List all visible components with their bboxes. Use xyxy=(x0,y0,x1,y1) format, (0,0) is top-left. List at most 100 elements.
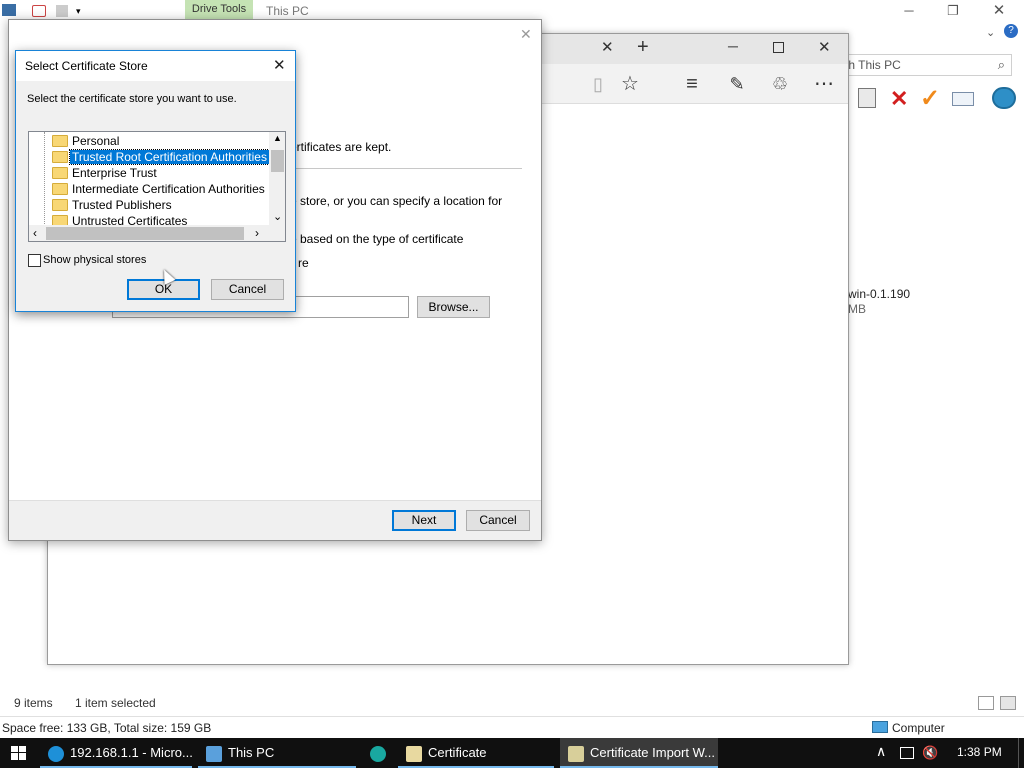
space-info: Space free: 133 GB, Total size: 159 GB xyxy=(2,721,212,735)
edge-maximize-icon[interactable] xyxy=(773,42,784,53)
drive-info-bar: Space free: 133 GB, Total size: 159 GB C… xyxy=(0,716,1024,738)
start-button[interactable] xyxy=(0,738,38,768)
favorites-star-icon[interactable]: ☆ xyxy=(616,72,644,96)
scroll-right-icon[interactable]: › xyxy=(255,226,259,240)
dialog-instruction: Select the certificate store you want to… xyxy=(27,93,237,105)
folder-icon xyxy=(52,199,68,211)
dialog-cancel-button[interactable]: Cancel xyxy=(211,279,284,300)
certificate-wizard-icon xyxy=(568,745,584,762)
drive-tools-tab[interactable]: Drive Tools xyxy=(185,0,253,20)
tree-item-trusted-publishers[interactable]: Trusted Publishers xyxy=(29,197,269,213)
explorer-status-bar: 9 items 1 item selected xyxy=(0,692,1024,714)
windows-logo-icon xyxy=(11,746,26,760)
computer-label: Computer xyxy=(892,721,945,735)
taskbar-item-edge[interactable]: 192.168.1.1 - Micro... xyxy=(40,738,193,768)
item-count: 9 items xyxy=(14,696,53,710)
web-note-icon[interactable]: ✎ xyxy=(723,72,751,96)
taskbar-item-explorer[interactable]: This PC xyxy=(198,738,356,768)
globe-icon[interactable] xyxy=(992,87,1016,109)
computer-icon xyxy=(872,721,888,733)
properties-icon[interactable] xyxy=(56,5,68,17)
next-button[interactable]: Next xyxy=(392,510,456,531)
tree-item-intermediate[interactable]: Intermediate Certification Authorities xyxy=(29,181,269,197)
minimize-icon[interactable]: ─ xyxy=(886,0,932,22)
undo-icon[interactable] xyxy=(32,5,46,17)
reading-view-icon[interactable]: ▯ xyxy=(584,72,612,96)
explorer-content: win-0.1.190 MB xyxy=(848,132,1024,662)
explorer-search-input[interactable]: th This PC ⌕ xyxy=(840,54,1012,76)
rename-icon[interactable] xyxy=(952,92,974,106)
tree-horizontal-scrollbar[interactable]: ‹ › xyxy=(29,225,269,241)
folder-icon xyxy=(52,135,68,147)
explorer-title: This PC xyxy=(266,4,309,18)
wizard-desc-based: e based on the type of certificate xyxy=(290,232,464,246)
tab-close-icon[interactable]: ✕ xyxy=(601,38,614,56)
file-name[interactable]: win-0.1.190 xyxy=(848,287,910,301)
tree-vertical-scrollbar[interactable]: ▲ ⌄ xyxy=(269,132,285,226)
taskbar-item-label: This PC xyxy=(228,745,275,760)
ribbon-collapse-icon[interactable]: ⌄ xyxy=(986,26,995,39)
file-size: MB xyxy=(848,302,866,316)
this-pc-icon xyxy=(206,745,222,762)
folder-icon xyxy=(52,167,68,179)
taskbar-item-label: Certificate xyxy=(428,745,487,760)
tree-item-label: Trusted Root Certification Authorities xyxy=(69,149,270,165)
taskbar-item-label: Certificate Import W... xyxy=(590,745,715,760)
certificate-store-tree[interactable]: Personal Trusted Root Certification Auth… xyxy=(28,131,286,242)
select-certificate-store-dialog: Select Certificate Store ✕ Select the ce… xyxy=(15,50,296,312)
quick-access-dropdown-icon[interactable]: ▾ xyxy=(76,6,81,17)
checkmark-icon[interactable]: ✓ xyxy=(920,84,940,113)
tree-item-label: Intermediate Certification Authorities xyxy=(72,182,265,196)
folder-icon xyxy=(52,151,68,163)
wizard-divider xyxy=(282,168,522,169)
help-icon[interactable]: ? xyxy=(1004,24,1018,38)
taskbar-item-edge-chromium[interactable] xyxy=(362,738,394,768)
browse-button[interactable]: Browse... xyxy=(417,296,490,318)
scroll-up-icon[interactable]: ▲ xyxy=(273,133,282,143)
wizard-close-icon[interactable]: ✕ xyxy=(520,26,532,43)
wizard-footer: Next Cancel xyxy=(9,500,541,540)
wizard-desc-re: re xyxy=(298,256,309,270)
wizard-desc-store: e store, or you can specify a location f… xyxy=(290,194,503,208)
volume-muted-icon[interactable]: 🔇 xyxy=(922,745,938,761)
scrollbar-corner xyxy=(269,225,285,241)
large-icons-view-icon[interactable] xyxy=(1000,696,1016,710)
network-icon[interactable] xyxy=(900,747,914,759)
clipboard-icon[interactable] xyxy=(858,88,876,108)
new-tab-icon[interactable]: + xyxy=(637,36,649,59)
search-input-text: th This PC xyxy=(845,58,901,72)
show-desktop-button[interactable] xyxy=(1018,738,1024,768)
dialog-close-icon[interactable]: ✕ xyxy=(273,56,286,74)
tray-chevron-icon[interactable]: ∧ xyxy=(876,743,886,760)
wizard-cancel-button[interactable]: Cancel xyxy=(466,510,530,531)
wizard-desc-kept: ertificates are kept. xyxy=(290,140,392,154)
tree-item-personal[interactable]: Personal xyxy=(29,133,269,149)
details-view-icon[interactable] xyxy=(978,696,994,710)
tree-item-label: Enterprise Trust xyxy=(72,166,157,180)
close-icon[interactable]: ✕ xyxy=(976,0,1022,22)
taskbar-item-certificate[interactable]: Certificate xyxy=(398,738,554,768)
restore-icon[interactable]: ❐ xyxy=(930,0,976,22)
edge-close-icon[interactable]: ✕ xyxy=(818,38,831,56)
explorer-app-icon xyxy=(2,4,16,16)
more-icon[interactable]: ⋯ xyxy=(810,72,838,96)
tree-item-enterprise-trust[interactable]: Enterprise Trust xyxy=(29,165,269,181)
vertical-scroll-thumb[interactable] xyxy=(271,150,284,172)
taskbar-item-import-wizard[interactable]: Certificate Import W... xyxy=(560,738,718,768)
edge-minimize-icon[interactable]: ─ xyxy=(728,38,738,54)
scroll-left-icon[interactable]: ‹ xyxy=(33,226,37,240)
folder-icon xyxy=(52,183,68,195)
search-icon: ⌕ xyxy=(997,57,1005,72)
horizontal-scroll-thumb[interactable] xyxy=(46,227,244,240)
hub-icon[interactable]: ≡ xyxy=(678,72,706,96)
tree-item-trusted-root[interactable]: Trusted Root Certification Authorities xyxy=(29,149,270,165)
show-physical-stores-checkbox[interactable] xyxy=(28,254,41,267)
ie-icon xyxy=(48,745,64,762)
share-icon[interactable]: ♲ xyxy=(766,72,794,96)
clock[interactable]: 1:38 PM xyxy=(957,745,1002,759)
delete-icon[interactable]: ✕ xyxy=(890,86,908,112)
show-physical-stores-label: Show physical stores xyxy=(43,254,147,266)
certificate-icon xyxy=(406,745,422,762)
selected-count: 1 item selected xyxy=(75,696,156,710)
scroll-down-icon[interactable]: ⌄ xyxy=(273,210,282,223)
